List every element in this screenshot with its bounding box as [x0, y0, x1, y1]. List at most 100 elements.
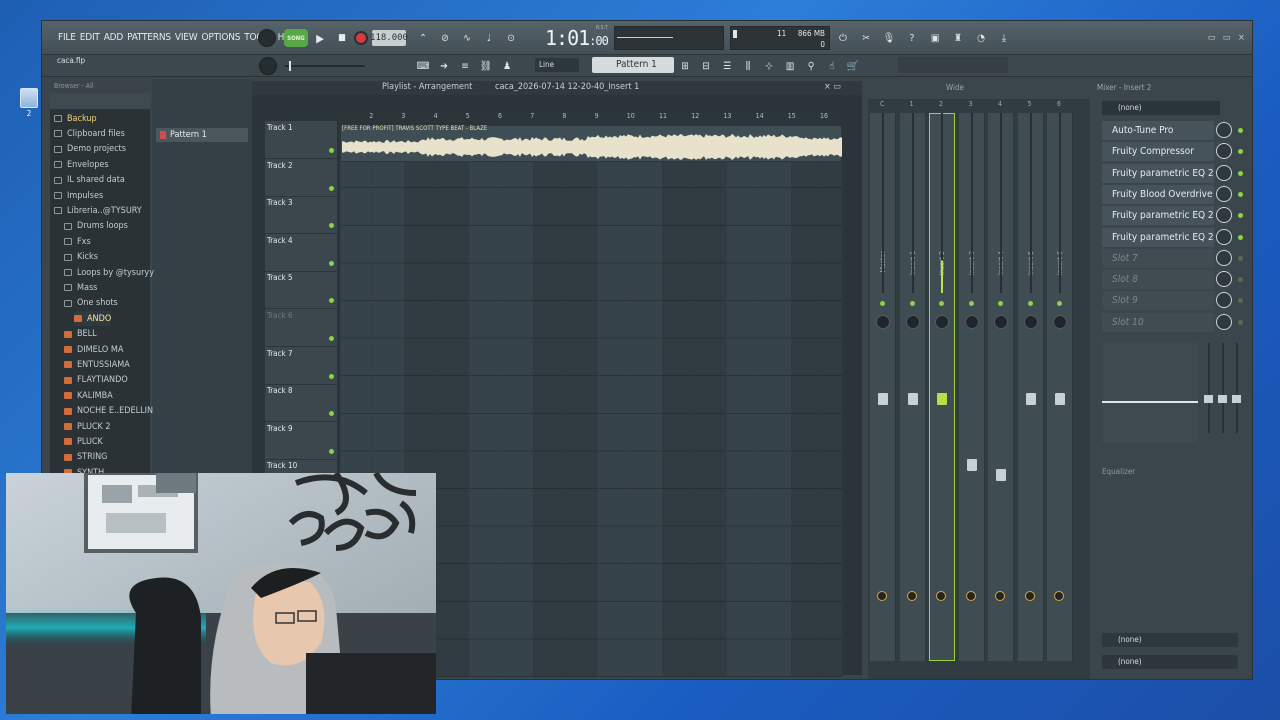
master-pitch-knob[interactable]	[259, 57, 277, 75]
track-header[interactable]: Track 4	[265, 236, 337, 272]
keyboard-icon[interactable]: ⌨	[414, 57, 432, 75]
song-position-slider[interactable]	[285, 61, 365, 71]
fx-slot[interactable]: Slot 9	[1102, 291, 1214, 311]
track-mute-led[interactable]	[329, 260, 334, 266]
fx-enable-led[interactable]	[1238, 170, 1243, 176]
track-mute-led[interactable]	[329, 185, 334, 191]
fx-mix-knob[interactable]	[1216, 271, 1232, 288]
channel-led[interactable]	[1057, 301, 1062, 306]
pan-knob[interactable]	[876, 315, 890, 329]
volume-fader[interactable]	[966, 459, 977, 471]
route-knob[interactable]	[906, 591, 917, 601]
browser-item[interactable]: Envelopes	[54, 157, 109, 172]
browser-item[interactable]: Drums loops	[64, 219, 128, 234]
browser-item[interactable]: BELL	[64, 327, 97, 342]
stamp-icon[interactable]: ♟	[498, 57, 516, 75]
fx-enable-led[interactable]	[1238, 255, 1243, 261]
menu-item-add[interactable]: ADD	[104, 32, 124, 43]
browser-item[interactable]: One shots	[64, 296, 118, 311]
menu-item-patterns[interactable]: PATTERNS	[127, 32, 171, 43]
plugin-icon[interactable]: ♜	[949, 29, 967, 47]
fx-slot[interactable]: Fruity Compressor	[1102, 142, 1214, 162]
fx-slot[interactable]: Slot 8	[1102, 270, 1214, 290]
browser-item[interactable]: NOCHE E..EDELLIN	[64, 404, 153, 419]
browser-item[interactable]: DIMELO MA	[64, 342, 123, 357]
browser-item[interactable]: FLAYTIANDO	[64, 373, 128, 388]
fx-slot[interactable]: Fruity parametric EQ 2	[1102, 163, 1214, 183]
pattern-select[interactable]: Pattern 1	[592, 57, 674, 73]
recycle-bin-icon[interactable]: 2	[18, 88, 40, 118]
chat-icon[interactable]: ◔	[972, 29, 990, 47]
metronome-icon[interactable]: ⌃	[414, 29, 432, 47]
pan-knob[interactable]	[1053, 315, 1067, 329]
route-knob[interactable]	[995, 591, 1005, 601]
tools-icon[interactable]: ✂	[857, 29, 875, 47]
fx-mix-knob[interactable]	[1216, 122, 1232, 138]
track-header[interactable]: Track 7	[265, 349, 337, 385]
play-button[interactable]: ▶	[310, 29, 330, 47]
track-header[interactable]: Track 5	[265, 273, 337, 310]
loop-record-icon[interactable]: ⊙	[502, 29, 520, 47]
countdown-icon[interactable]: ∿	[458, 29, 476, 47]
route-knob[interactable]	[1054, 591, 1064, 601]
browser-item[interactable]: IL shared data	[54, 173, 125, 188]
plugin-picker-icon[interactable]: ⊹	[760, 57, 778, 75]
playlist-close-icon[interactable]: × ▭	[824, 82, 841, 92]
fx-mix-knob[interactable]	[1216, 228, 1232, 245]
track-header[interactable]: Track 9	[265, 424, 337, 460]
menu-item-file[interactable]: FILE	[58, 32, 76, 43]
channel-led[interactable]	[998, 301, 1003, 306]
track-header[interactable]: Track 2	[265, 161, 337, 197]
fx-mix-knob[interactable]	[1216, 164, 1232, 181]
menu-item-edit[interactable]: EDIT	[80, 32, 100, 43]
track-mute-led[interactable]	[329, 448, 334, 454]
route-knob[interactable]	[936, 591, 946, 601]
mixer-icon[interactable]: ⫼	[739, 57, 757, 75]
channel-led[interactable]	[1027, 301, 1033, 306]
route-knob[interactable]	[1024, 591, 1035, 601]
mixer-small-icon[interactable]: ≡	[456, 57, 474, 75]
fx-slot[interactable]: Auto-Tune Pro	[1102, 121, 1214, 140]
volume-fader[interactable]	[907, 393, 918, 405]
browser-item[interactable]: Kicks	[64, 250, 98, 265]
input-select[interactable]: (none)	[1102, 101, 1220, 115]
stop-button[interactable]: ■	[332, 29, 352, 47]
track-mute-led[interactable]	[329, 411, 334, 417]
pan-knob[interactable]	[964, 315, 979, 329]
browser-item[interactable]: PLUCK	[64, 434, 103, 449]
fx-mix-knob[interactable]	[1216, 313, 1232, 330]
browser-item[interactable]: STRING	[64, 450, 107, 465]
volume-fader[interactable]	[878, 393, 888, 405]
track-mute-led[interactable]	[329, 336, 334, 341]
download-icon[interactable]: ⤓	[995, 29, 1013, 47]
cart-icon[interactable]: 🛒	[844, 57, 862, 75]
minimize-icon[interactable]: ▭	[1208, 33, 1216, 43]
track-header[interactable]: Track 8	[265, 386, 337, 423]
browser-item[interactable]: Libreria..@TYSURY	[54, 203, 142, 218]
fx-slot[interactable]: Fruity Blood Overdrive	[1102, 184, 1214, 204]
microphone-icon[interactable]: 🎙	[880, 29, 898, 47]
track-mute-led[interactable]	[329, 148, 334, 153]
fx-mix-knob[interactable]	[1216, 185, 1232, 202]
browser-item[interactable]: ENTUSSIAMA	[64, 357, 130, 372]
close-icon[interactable]: ×	[1238, 33, 1245, 43]
touch-icon[interactable]: ☝	[823, 57, 841, 75]
fx-enable-led[interactable]	[1238, 319, 1243, 325]
track-mute-led[interactable]	[329, 373, 334, 379]
browser-item[interactable]: ANDO	[74, 311, 112, 327]
arrow-right-icon[interactable]: ➔	[435, 57, 453, 75]
pan-knob[interactable]	[994, 315, 1008, 329]
browser-item[interactable]: Clipboard files	[54, 126, 125, 141]
track-header[interactable]: Track 3	[265, 198, 337, 235]
fx-enable-led[interactable]	[1238, 128, 1243, 133]
pan-knob[interactable]	[935, 315, 949, 329]
snap-select[interactable]: Line	[535, 58, 579, 72]
volume-fader[interactable]	[937, 393, 947, 405]
output-select-2[interactable]: (none)	[1102, 655, 1238, 669]
pattern-item[interactable]: Pattern 1	[156, 128, 248, 142]
volume-fader[interactable]	[1055, 393, 1065, 405]
channel-led[interactable]	[939, 301, 944, 306]
wait-record-icon[interactable]: ⊘	[436, 29, 454, 47]
pan-knob[interactable]	[905, 315, 920, 329]
browser-item[interactable]: Impulses	[54, 188, 103, 203]
